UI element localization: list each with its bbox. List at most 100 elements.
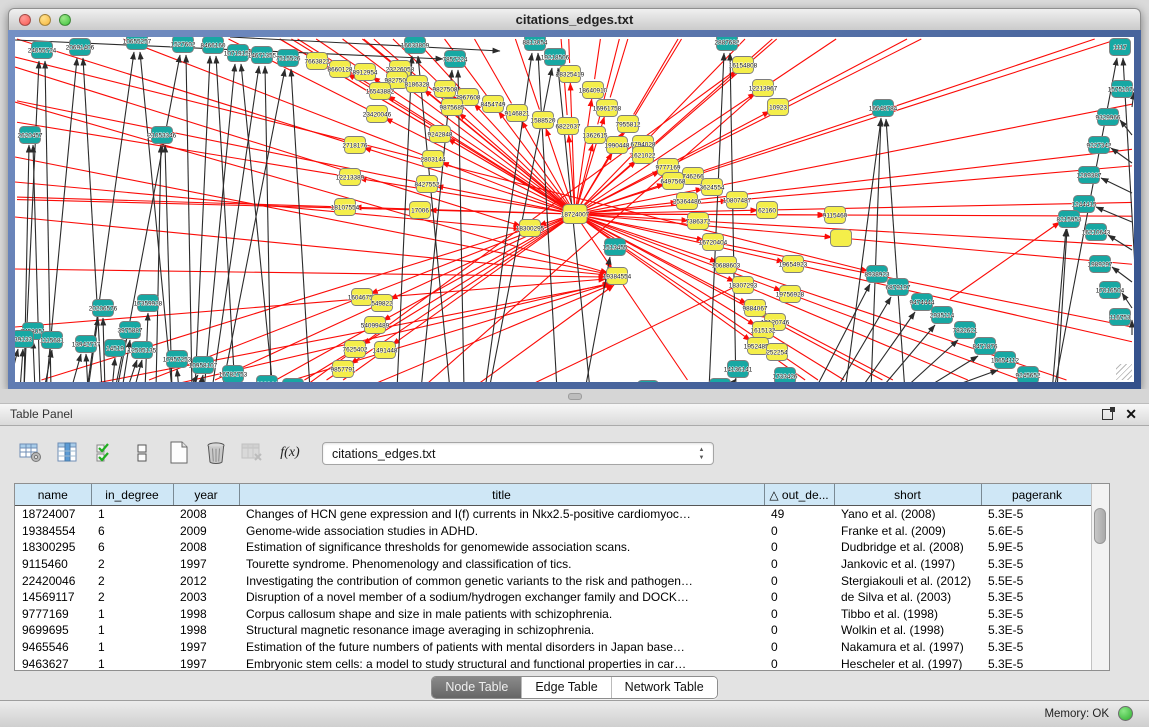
- graph-node[interactable]: 16648784: [869, 100, 898, 117]
- graph-node[interactable]: 9245652: [1016, 367, 1041, 383]
- graph-node[interactable]: 7386372: [686, 213, 711, 230]
- graph-node[interactable]: 2887682: [715, 37, 740, 51]
- graph-node[interactable]: 7625402: [343, 341, 368, 358]
- graph-node[interactable]: 1117: [1110, 39, 1131, 56]
- graph-node[interactable]: 1989297: [1088, 256, 1113, 273]
- graph-node[interactable]: 1733426: [773, 368, 798, 383]
- graph-node[interactable]: 9827508: [433, 81, 458, 98]
- graph-node[interactable]: 8471876: [973, 338, 998, 355]
- table-row[interactable]: 977716911998Corpus callosum shape and si…: [15, 606, 1093, 623]
- graph-node[interactable]: 2803144: [421, 151, 446, 168]
- graph-node[interactable]: 17957253: [163, 351, 192, 368]
- graph-node[interactable]: 1527602: [171, 37, 196, 53]
- graph-node[interactable]: 19756928: [776, 286, 805, 303]
- graph-node[interactable]: 14519: [105, 340, 126, 357]
- column-header-in_degree[interactable]: in_degree: [91, 484, 173, 506]
- table-row[interactable]: 1456911722003Disruption of a novel membe…: [15, 589, 1093, 606]
- delete-entries-icon[interactable]: [203, 441, 229, 465]
- graph-node[interactable]: 20206576: [89, 300, 118, 317]
- table-row[interactable]: 946554611997Estimation of the future num…: [15, 639, 1093, 656]
- graph-node[interactable]: 9146821: [505, 105, 530, 122]
- table-row[interactable]: 946362711997Embryonic stem cells: a mode…: [15, 655, 1093, 671]
- table-row[interactable]: 911546021997Tourette syndrome. Phenomeno…: [15, 556, 1093, 573]
- graph-node[interactable]: 1244415: [1072, 196, 1097, 213]
- graph-node[interactable]: 2620457: [18, 127, 43, 144]
- graph-node[interactable]: 8660128: [328, 61, 353, 78]
- graph-node[interactable]: 1615132: [751, 322, 776, 339]
- graph-node[interactable]: 8186328: [405, 76, 430, 93]
- graph-node[interactable]: 10923: [768, 99, 789, 116]
- graph-node[interactable]: 8912954: [353, 64, 378, 81]
- graph-node[interactable]: 9857791: [331, 361, 356, 378]
- graph-node[interactable]: 12213967: [749, 80, 778, 97]
- graph-node[interactable]: 116753: [1110, 309, 1131, 326]
- graph-node[interactable]: 1621022: [631, 147, 656, 164]
- table-row[interactable]: 969969511998Structural magnetic resonanc…: [15, 622, 1093, 639]
- create-table-icon[interactable]: [166, 441, 192, 465]
- graph-node[interactable]: 16961758: [593, 100, 622, 117]
- graph-node[interactable]: 16720404: [699, 234, 728, 251]
- graph-node[interactable]: 12923448: [253, 376, 282, 383]
- panel-splitter[interactable]: [0, 389, 1149, 403]
- graph-node[interactable]: 19384554: [603, 268, 632, 285]
- column-header-year[interactable]: year: [173, 484, 239, 506]
- table-vertical-scrollbar[interactable]: [1091, 484, 1109, 670]
- tab-edge-table[interactable]: Edge Table: [521, 677, 610, 698]
- graph-node[interactable]: 3624554: [700, 179, 725, 196]
- graph-node[interactable]: [831, 230, 852, 247]
- tab-network-table[interactable]: Network Table: [611, 677, 717, 698]
- graph-node[interactable]: 19654923: [779, 256, 808, 273]
- graph-node[interactable]: 16210643: [1082, 224, 1111, 241]
- graph-node[interactable]: 18107554: [331, 199, 360, 216]
- graph-node[interactable]: 39133: [15, 331, 34, 348]
- graph-node[interactable]: 62160: [757, 202, 778, 219]
- graph-node[interactable]: 54099489: [361, 317, 390, 334]
- graph-node[interactable]: 7515526: [276, 50, 301, 67]
- graph-node[interactable]: 24055724: [28, 42, 57, 59]
- graph-node[interactable]: 2718176: [343, 137, 368, 154]
- graph-node[interactable]: 15751074: [1108, 81, 1134, 98]
- graph-node[interactable]: 9329966: [1096, 109, 1121, 126]
- graph-node[interactable]: 1209387: [1077, 167, 1102, 184]
- graph-node[interactable]: [710, 379, 731, 383]
- graph-node[interactable]: 7663822: [305, 53, 330, 70]
- graph-node[interactable]: 17006: [410, 202, 431, 219]
- table-row[interactable]: 2242004622012Investigating the contribut…: [15, 572, 1093, 589]
- graph-node[interactable]: [283, 379, 304, 383]
- column-header-pagerank[interactable]: pagerank: [981, 484, 1093, 506]
- graph-node[interactable]: 9875685: [440, 99, 465, 116]
- graph-node[interactable]: 16033809: [401, 37, 430, 54]
- splitter-handle-icon[interactable]: [568, 393, 582, 400]
- graph-node[interactable]: 10958107: [189, 357, 218, 374]
- apply-to-selection-icon[interactable]: [92, 441, 118, 465]
- column-header-name[interactable]: name: [15, 484, 91, 506]
- network-canvas[interactable]: 2405572420691406106552571527602846616010…: [15, 37, 1134, 382]
- graph-node[interactable]: 10807487: [723, 192, 752, 209]
- hub-node[interactable]: 18724007: [561, 205, 590, 224]
- graph-node[interactable]: 1362615: [583, 127, 608, 144]
- graph-node[interactable]: [638, 381, 659, 383]
- graph-node[interactable]: 18640910: [579, 82, 608, 99]
- graph-node[interactable]: 1491448: [373, 342, 398, 359]
- graph-node[interactable]: 17359928: [134, 295, 163, 312]
- graph-node[interactable]: 8938923: [865, 266, 890, 283]
- graph-node[interactable]: 17016504: [1096, 282, 1125, 299]
- graph-node[interactable]: 6879197: [886, 279, 911, 296]
- graph-node[interactable]: 1513455: [603, 239, 628, 256]
- graph-node[interactable]: 8466160: [201, 37, 226, 54]
- graph-node[interactable]: 23420046: [363, 106, 392, 123]
- graph-node[interactable]: 9474444: [910, 294, 935, 311]
- scrollbar-thumb[interactable]: [1094, 508, 1106, 544]
- graph-node[interactable]: 14671355: [248, 47, 277, 64]
- graph-node[interactable]: 19218506: [541, 49, 570, 66]
- graph-node[interactable]: 1990448: [605, 137, 630, 154]
- graph-node[interactable]: 1115681: [40, 332, 64, 349]
- column-header-short[interactable]: short: [834, 484, 981, 506]
- tab-node-table[interactable]: Node Table: [432, 677, 521, 698]
- graph-node[interactable]: 10655257: [123, 37, 152, 50]
- row-height-icon[interactable]: [129, 441, 155, 465]
- graph-node[interactable]: 10688603: [712, 257, 741, 274]
- graph-node[interactable]: 7832621: [953, 322, 978, 339]
- float-panel-icon[interactable]: [1102, 409, 1113, 420]
- table-selector-dropdown[interactable]: citations_edges.txt ▲▼: [322, 442, 714, 465]
